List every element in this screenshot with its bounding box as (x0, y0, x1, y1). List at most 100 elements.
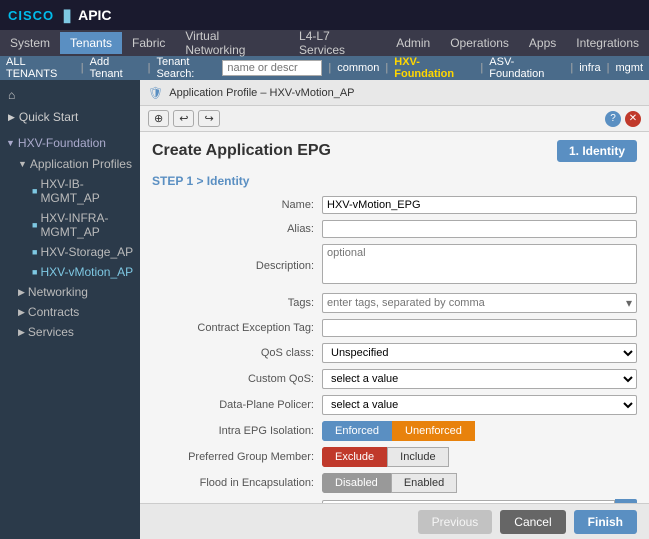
sidebar-app-hxv-infra[interactable]: ■ HXV-INFRA-MGMT_AP (26, 208, 140, 242)
data-plane-control: select a value (322, 395, 637, 415)
nav-integrations[interactable]: Integrations (566, 32, 649, 54)
contracts-label: Contracts (28, 305, 79, 319)
sidebar-app-hxv-ib[interactable]: ■ HXV-IB-MGMT_AP (26, 174, 140, 208)
sidebar-tenant-name: HXV-Foundation (18, 136, 106, 150)
toolbar-forward-btn[interactable]: ↪ (198, 110, 219, 127)
sidebar-contracts-section: ▶ Contracts (0, 302, 140, 322)
name-input[interactable] (322, 196, 637, 214)
contract-exception-label: Contract Exception Tag: (152, 322, 322, 334)
tenant-asv-foundation[interactable]: ASV-Foundation (489, 56, 564, 80)
description-control (322, 244, 637, 287)
toolbar-page-btn[interactable]: ⊕ (148, 110, 169, 127)
cisco-logo: CISCO (8, 8, 54, 23)
app-label-0: HXV-IB-MGMT_AP (40, 177, 134, 205)
preferred-group-control: Exclude Include (322, 447, 637, 467)
sidebar-sub-app-profiles: ▼ Application Profiles ■ HXV-IB-MGMT_AP … (0, 154, 140, 282)
app-icon-2: ■ (32, 247, 37, 257)
app-label-2: HXV-Storage_AP (40, 245, 133, 259)
preferred-group-toggle: Exclude Include (322, 447, 637, 467)
nav-admin[interactable]: Admin (386, 32, 440, 54)
alias-input[interactable] (322, 220, 637, 238)
nav-operations[interactable]: Operations (440, 32, 519, 54)
alias-control (322, 220, 637, 238)
main-panel: 🛡 Application Profile – HXV-vMotion_AP ⊕… (140, 80, 649, 539)
networking-label: Networking (28, 285, 88, 299)
description-row: Description: (152, 244, 637, 287)
contract-exception-row: Contract Exception Tag: (152, 319, 637, 337)
app-profiles-tree-icon: ▼ (18, 159, 27, 169)
tenant-hxv-foundation[interactable]: HXV-Foundation (394, 56, 474, 80)
step-badge: 1. Identity (557, 140, 637, 162)
qos-select[interactable]: Unspecified (322, 343, 637, 363)
tenant-search-label: Tenant Search: (156, 56, 219, 80)
description-label: Description: (152, 260, 322, 272)
sidebar-quick-start[interactable]: ▶ Quick Start (0, 106, 140, 128)
help-icon[interactable]: ? (605, 111, 621, 127)
custom-qos-label: Custom QoS: (152, 373, 322, 385)
apic-title: APIC (78, 7, 111, 23)
contract-exception-input[interactable] (322, 319, 637, 337)
form-body: Name: Alias: Description: (140, 192, 649, 503)
all-tenants-link[interactable]: ALL TENANTS (6, 56, 75, 80)
previous-button[interactable]: Previous (418, 510, 493, 534)
tenant-tree-icon: ▼ (6, 138, 15, 148)
intra-epg-enforced-btn[interactable]: Enforced (322, 421, 392, 441)
shield-icon: 🛡 (148, 86, 163, 100)
toolbar: ⊕ ↩ ↪ ? ✕ (140, 106, 649, 132)
qos-label: QoS class: (152, 347, 322, 359)
tags-input[interactable] (327, 297, 626, 309)
name-label: Name: (152, 199, 322, 211)
sidebar-tenant-label[interactable]: ▼ HXV-Foundation (0, 132, 140, 154)
custom-qos-select[interactable]: select a value (322, 369, 637, 389)
sidebar-services[interactable]: ▶ Services (12, 322, 140, 342)
close-icon[interactable]: ✕ (625, 111, 641, 127)
app-label-1: HXV-INFRA-MGMT_AP (40, 211, 134, 239)
tenant-search-area: Tenant Search: (156, 56, 322, 80)
tenant-infra[interactable]: infra (579, 62, 600, 74)
services-label: Services (28, 325, 74, 339)
app-profiles-label: Application Profiles (30, 157, 132, 171)
preferred-group-exclude-btn[interactable]: Exclude (322, 447, 387, 467)
sidebar-home[interactable]: ⌂ (0, 84, 140, 106)
intra-epg-unenforced-btn[interactable]: Unenforced (392, 421, 475, 441)
sidebar-app-hxv-vmotion[interactable]: ■ HXV-vMotion_AP (26, 262, 140, 282)
tenant-common[interactable]: common (337, 62, 379, 74)
flood-enabled-btn[interactable]: Enabled (391, 473, 457, 493)
tags-dropdown-icon[interactable]: ▾ (626, 296, 632, 310)
tags-row: Tags: ▾ (152, 293, 637, 313)
sidebar-app-hxv-storage[interactable]: ■ HXV-Storage_AP (26, 242, 140, 262)
intra-epg-label: Intra EPG Isolation: (152, 425, 322, 437)
form-title: Create Application EPG (152, 142, 331, 160)
description-textarea[interactable] (322, 244, 637, 284)
nav-apps[interactable]: Apps (519, 32, 566, 54)
tenant-search-input[interactable] (222, 60, 322, 76)
name-control (322, 196, 637, 214)
sidebar-app-profiles[interactable]: ▼ Application Profiles (12, 154, 140, 174)
tenant-mgmt[interactable]: mgmt (616, 62, 644, 74)
quick-start-icon: ▶ (8, 112, 15, 123)
nav-tenants[interactable]: Tenants (60, 32, 122, 54)
nav-fabric[interactable]: Fabric (122, 32, 175, 54)
finish-button[interactable]: Finish (574, 510, 637, 534)
tags-control: ▾ (322, 293, 637, 313)
sidebar-networking[interactable]: ▶ Networking (12, 282, 140, 302)
flood-label: Flood in Encapsulation: (152, 477, 322, 489)
contracts-icon: ▶ (18, 307, 25, 318)
sidebar: ⌂ ▶ Quick Start ▼ HXV-Foundation ▼ Appli… (0, 80, 140, 539)
nav-system[interactable]: System (0, 32, 60, 54)
name-row: Name: (152, 196, 637, 214)
home-icon: ⌂ (8, 88, 15, 102)
toolbar-right-icons: ? ✕ (605, 111, 641, 127)
add-tenant-link[interactable]: Add Tenant (90, 56, 142, 80)
alias-label: Alias: (152, 223, 322, 235)
preferred-group-label: Preferred Group Member: (152, 451, 322, 463)
sidebar-tenant-group: ▼ HXV-Foundation ▼ Application Profiles … (0, 132, 140, 342)
cancel-button[interactable]: Cancel (500, 510, 565, 534)
data-plane-select[interactable]: select a value (322, 395, 637, 415)
flood-disabled-btn[interactable]: Disabled (322, 473, 391, 493)
flood-control: Disabled Enabled (322, 473, 637, 493)
custom-qos-row: Custom QoS: select a value (152, 369, 637, 389)
preferred-group-include-btn[interactable]: Include (387, 447, 448, 467)
sidebar-contracts[interactable]: ▶ Contracts (12, 302, 140, 322)
toolbar-back-btn[interactable]: ↩ (173, 110, 194, 127)
